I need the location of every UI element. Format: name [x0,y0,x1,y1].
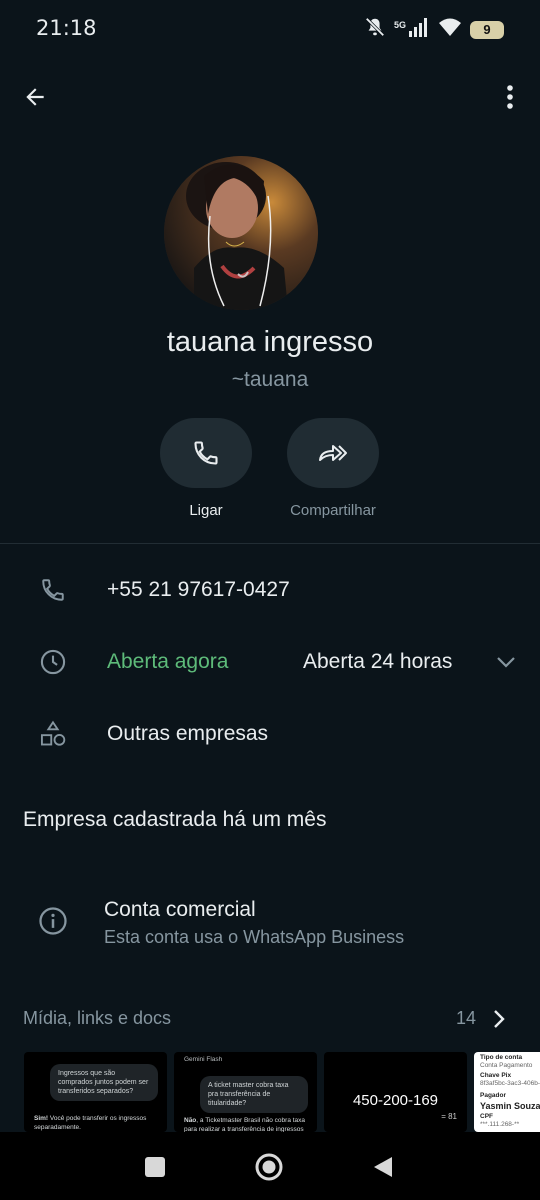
arrow-left-icon [26,88,44,106]
system-nav-bar [0,1132,540,1200]
profile-photo [164,156,318,310]
chevron-down-icon[interactable] [494,650,518,674]
thumb-gemini-header: Gemini Flash [184,1056,307,1063]
network-type: 5G [393,19,406,30]
media-thumbnail[interactable]: Gemini Flash A ticket master cobra taxa … [174,1052,317,1132]
other-businesses-label: Outras empresas [107,722,269,745]
share-label: Compartilhar [290,502,376,519]
square-icon [145,1157,165,1177]
phone-icon [194,441,218,465]
thumb-number: 450-200-169 [352,1092,439,1109]
contact-username: ~tauana [231,368,309,391]
recents-button[interactable] [140,1152,170,1182]
call-button[interactable]: Ligar [141,418,271,519]
thumb-pix-line: 8f3af5bc-3ac3-406b-8 [480,1080,540,1087]
wifi-icon [438,17,462,42]
business-hours: Aberta 24 horas [303,650,453,673]
thumb-chat-answer: Não, a Ticketmaster Brasil não cobra tax… [184,1116,312,1132]
notifications-muted-icon [364,16,386,43]
thumb-pix-line: Chave Pix [480,1072,512,1079]
profile-avatar[interactable] [164,156,318,310]
thumb-answer-text: , a Ticketmaster Brasil não cobra taxa p… [184,1117,306,1132]
call-label: Ligar [189,502,223,519]
shapes-icon [36,717,70,751]
media-title: Mídia, links e docs [23,1008,172,1028]
business-account-subtitle: Esta conta usa o WhatsApp Business [104,927,405,947]
thumb-pix-line: ***.111.268-** [480,1121,520,1128]
phone-row[interactable]: +55 21 97617-0427 [0,560,540,620]
call-button-circle[interactable] [160,418,252,488]
thumb-chat-answer: Sim! Você pode transferir os ingressos s… [34,1114,162,1132]
battery-icon: 9 [470,20,504,39]
divider [0,543,540,544]
media-thumbnail[interactable]: Ingressos que são comprados juntos podem… [24,1052,167,1132]
share-button[interactable]: Compartilhar [268,418,398,519]
contact-name: tauana ingresso [166,326,374,358]
media-links-docs-header[interactable]: Mídia, links e docs 14 [0,1004,540,1034]
other-businesses-row[interactable]: Outras empresas [0,704,540,764]
thumb-pix-line: Conta Pagamento [480,1062,533,1069]
business-account-row[interactable]: Conta comercial Esta conta usa o WhatsAp… [0,894,540,954]
status-time: 21:18 [36,16,97,40]
thumb-small-number: = 81 [441,1112,457,1121]
thumb-answer-text: Você pode transferir os ingressos separa… [34,1115,147,1131]
thumb-pix-line: CPF [480,1113,493,1120]
open-status: Aberta agora [107,650,229,673]
registered-since: Empresa cadastrada há um mês [23,808,327,831]
hours-row[interactable]: Aberta agora Aberta 24 horas [0,632,540,692]
thumb-chat-bubble: A ticket master cobra taxa pra transferê… [200,1076,308,1113]
chevron-right-icon[interactable] [488,1006,510,1032]
more-options-button[interactable] [496,80,524,114]
business-account-title: Conta comercial [104,898,256,921]
thumb-chat-bubble: Ingressos que são comprados juntos podem… [50,1064,158,1101]
thumb-answer-bold: Sim! [34,1115,49,1122]
more-vert-icon [507,85,513,109]
thumb-pix-line: Yasmin Souza S [480,1101,540,1111]
status-icons: 5G 9 [364,16,504,43]
status-bar: 21:18 5G 9 [0,0,540,56]
thumb-pix-line: Pagador [480,1092,507,1099]
media-thumbnail[interactable]: 450-200-169 = 81 [324,1052,467,1132]
home-circle-icon [255,1153,283,1181]
media-strip: Ingressos que são comprados juntos podem… [24,1052,540,1132]
forward-icon [319,445,347,461]
share-button-circle[interactable] [287,418,379,488]
info-icon [36,904,70,938]
thumb-answer-bold: Não [184,1117,197,1124]
media-thumbnail[interactable]: Tipo de conta Conta Pagamento Chave Pix … [474,1052,540,1132]
clock-icon [36,645,70,679]
media-count: 14 [456,1008,477,1028]
phone-number: +55 21 97617-0427 [107,578,290,601]
home-button[interactable] [254,1152,284,1182]
thumb-gemini-title: Gemini Flash [184,1056,223,1063]
phone-icon [36,573,70,607]
triangle-back-icon [374,1157,392,1177]
thumb-pix-line: Tipo de conta [480,1054,523,1061]
system-back-button[interactable] [368,1152,398,1182]
signal-icon [408,17,430,42]
back-button[interactable] [18,80,52,114]
